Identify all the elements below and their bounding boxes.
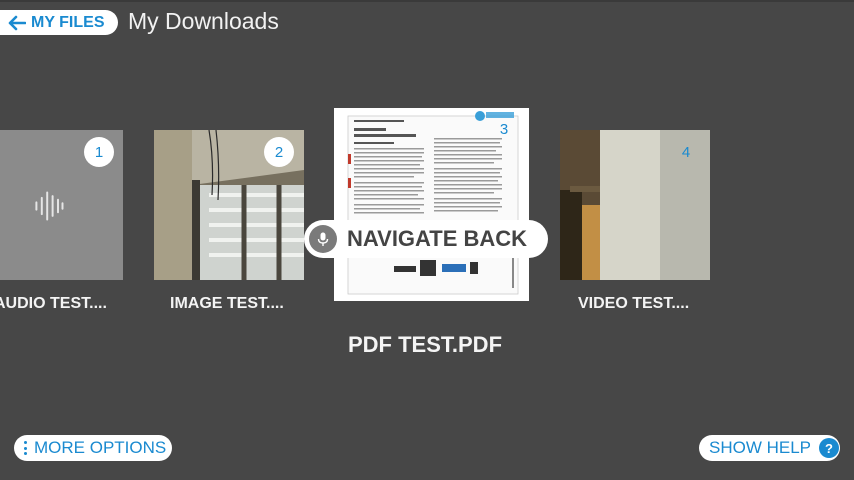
file-index-badge: 3: [499, 120, 509, 138]
file-card-audio[interactable]: 1: [0, 130, 123, 280]
top-edge: [0, 0, 854, 2]
file-name-label: AUDIO TEST....: [0, 295, 107, 312]
back-button-label: MY FILES: [31, 13, 105, 31]
more-options-button[interactable]: MORE OPTIONS: [14, 435, 172, 461]
page-title: My Downloads: [128, 8, 279, 34]
more-options-label: MORE OPTIONS: [34, 438, 167, 457]
my-files-back-button[interactable]: MY FILES: [0, 10, 118, 35]
file-index-badge: 4: [681, 143, 691, 161]
audio-waveform-icon: [35, 191, 64, 221]
file-name-label: IMAGE TEST....: [170, 295, 284, 312]
file-name-label: VIDEO TEST....: [578, 295, 690, 312]
show-help-button[interactable]: SHOW HELP ?: [699, 435, 840, 461]
file-index-badge: 1: [84, 137, 114, 167]
navigate-back-label: NAVIGATE BACK: [347, 226, 528, 251]
selected-file-name-label: PDF TEST.PDF: [348, 332, 503, 357]
mic-icon: [309, 225, 337, 253]
file-card-pdf[interactable]: 3: [334, 108, 529, 301]
arrow-left-icon: [8, 15, 26, 30]
help-question-icon: ?: [819, 438, 840, 458]
navigate-back-voice-prompt[interactable]: NAVIGATE BACK: [304, 220, 548, 258]
file-card-video[interactable]: 4: [560, 130, 710, 280]
file-card-image[interactable]: 2: [154, 130, 304, 280]
show-help-label: SHOW HELP: [709, 438, 812, 457]
file-index-badge: 2: [264, 137, 294, 167]
more-vertical-icon: [24, 441, 28, 455]
